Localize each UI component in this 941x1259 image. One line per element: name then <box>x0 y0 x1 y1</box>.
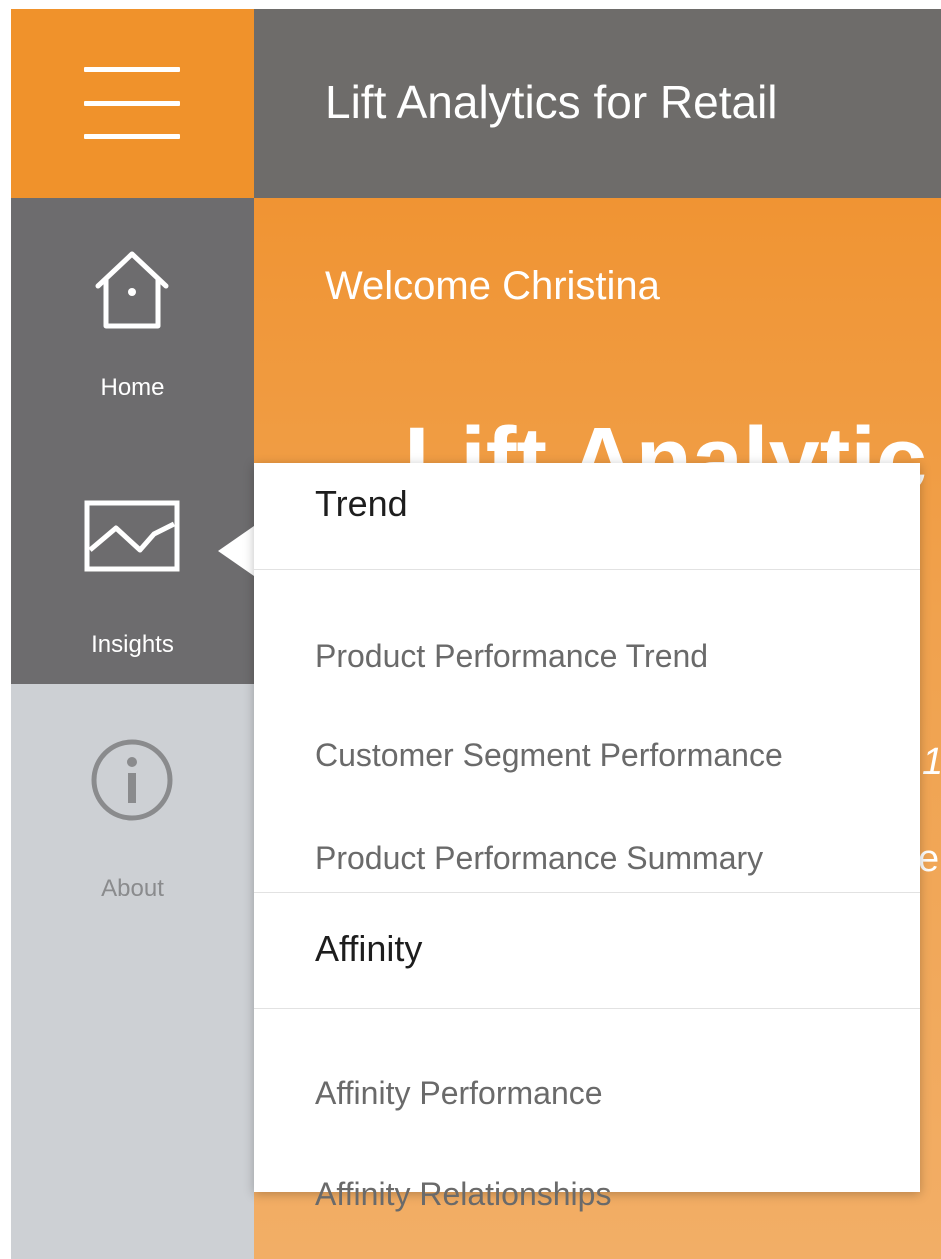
section-header-trend: Trend <box>315 483 408 524</box>
divider <box>254 892 920 893</box>
divider <box>254 1008 920 1009</box>
welcome-greeting: Welcome Christina <box>325 264 660 308</box>
menu-item-affinity-relationships[interactable]: Affinity Relationships <box>315 1176 611 1213</box>
info-icon <box>91 739 173 821</box>
insights-popup-menu: Trend Product Performance Trend Customer… <box>254 463 920 1212</box>
menu-button[interactable] <box>11 9 254 198</box>
sidebar-item-label: About <box>101 875 164 902</box>
divider <box>254 569 920 570</box>
menu-item-customer-segment-performance[interactable]: Customer Segment Performance <box>315 737 783 774</box>
popup-pointer <box>218 526 254 576</box>
section-header-affinity: Affinity <box>315 928 423 969</box>
menu-item-product-performance-trend[interactable]: Product Performance Trend <box>315 638 708 675</box>
menu-item-affinity-performance[interactable]: Affinity Performance <box>315 1075 603 1112</box>
home-icon <box>95 251 169 329</box>
background-fragment: e <box>918 838 940 880</box>
sidebar-item-about[interactable]: About <box>11 684 254 934</box>
app-header: Lift Analytics for Retail <box>254 9 941 198</box>
sidebar-item-home[interactable]: Home <box>11 198 254 434</box>
app-title: Lift Analytics for Retail <box>325 76 778 128</box>
chart-icon <box>84 500 180 572</box>
app-frame: Lift Analytics for Retail Home Insights … <box>11 9 941 1259</box>
menu-item-product-performance-summary[interactable]: Product Performance Summary <box>315 840 763 877</box>
background-fragment: 1 <box>922 741 941 784</box>
sidebar-item-label: Insights <box>91 631 174 658</box>
sidebar-item-label: Home <box>100 374 165 401</box>
